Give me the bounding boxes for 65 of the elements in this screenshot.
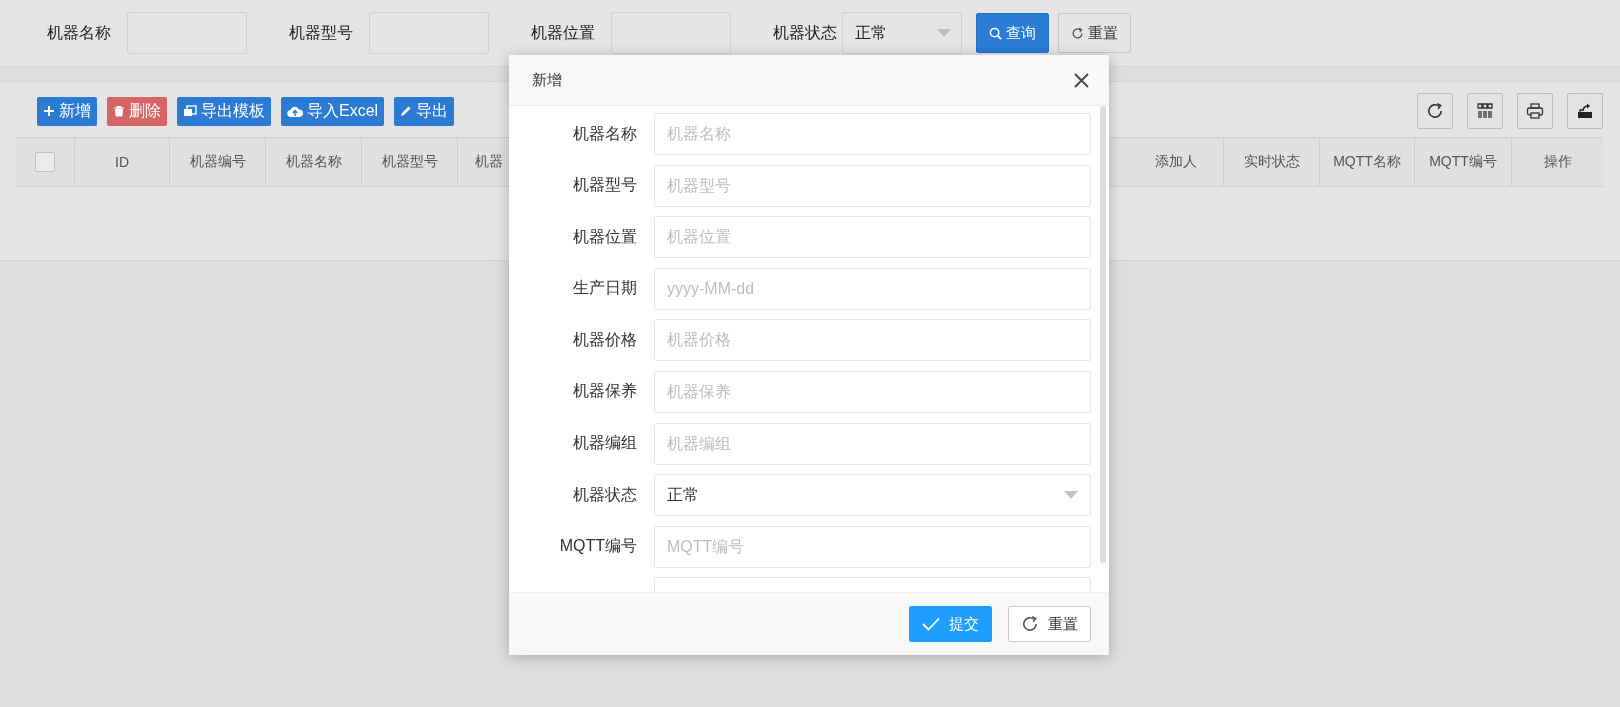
template-button[interactable]: 导出模板	[177, 96, 271, 126]
field-label: 机器型号	[289, 22, 354, 43]
search-icon	[989, 26, 1002, 40]
check-icon	[922, 617, 940, 631]
refresh-icon	[1021, 615, 1039, 633]
input-field[interactable]: 机器名称	[654, 113, 1091, 155]
export-icon	[1576, 102, 1594, 120]
input-field[interactable]: 机器保养	[654, 370, 1091, 413]
dialog-title: 新增	[532, 70, 562, 90]
status-select[interactable]: 正常	[654, 474, 1091, 517]
pencil-icon	[400, 105, 413, 117]
field-label: 机器保养	[572, 381, 638, 402]
column-header: 机器编号	[189, 153, 246, 171]
export-button[interactable]	[1567, 93, 1603, 129]
refresh-icon	[1071, 26, 1084, 40]
input-field[interactable]: 机器型号	[654, 164, 1091, 207]
print-button[interactable]	[1517, 93, 1553, 129]
input-field[interactable]: MQTT编号	[654, 525, 1091, 568]
printer-icon	[1526, 102, 1544, 120]
refresh-button[interactable]	[1417, 93, 1453, 129]
column-header: 机器名称	[285, 153, 342, 171]
input-field[interactable]: yyyy-MM-dd	[654, 267, 1091, 310]
delete-button[interactable]: 删除	[107, 96, 167, 126]
field-label: 机器型号	[572, 175, 638, 196]
field-label: 机器价格	[572, 329, 638, 350]
columns-icon	[1476, 102, 1494, 120]
add-button[interactable]: 新增	[37, 96, 97, 126]
field-label: 生产日期	[572, 278, 638, 299]
input-field[interactable]: 机器编组	[654, 422, 1091, 465]
export-button[interactable]: 导出	[394, 96, 455, 126]
field-label: 机器名称	[47, 22, 112, 43]
import-button[interactable]: 导入Excel	[281, 96, 385, 126]
columns-button[interactable]	[1467, 93, 1503, 129]
field-label: 机器状态	[572, 484, 638, 505]
close-icon[interactable]	[1074, 72, 1089, 88]
field-label: 机器位置	[531, 22, 596, 43]
caret-icon	[937, 29, 951, 37]
field-label: 机器状态	[773, 22, 838, 43]
reset-button[interactable]: 重置	[1058, 13, 1131, 53]
input-field[interactable]: 机器位置	[654, 216, 1091, 259]
field-label: MQTT编号	[558, 536, 638, 557]
checkbox[interactable]	[35, 152, 55, 172]
column-header: 机器型号	[381, 153, 438, 171]
caret-icon	[1064, 491, 1078, 500]
column-header: MQTT编号	[1429, 153, 1497, 171]
plus-icon	[43, 105, 55, 117]
column-header: ID	[115, 154, 129, 170]
column-header: 操作	[1543, 153, 1572, 171]
field-label: 机器名称	[572, 123, 638, 144]
submit-button[interactable]: 提交	[909, 606, 992, 642]
refresh-icon	[1426, 102, 1444, 120]
column-header: MQTT名称	[1333, 153, 1401, 171]
cloud-upload-icon	[287, 104, 303, 118]
field-label: 机器编组	[572, 433, 638, 454]
input-field[interactable]: 机器价格	[654, 319, 1091, 362]
field-label: 机器位置	[572, 226, 638, 247]
trash-icon	[113, 105, 125, 117]
reset-button[interactable]: 重置	[1008, 606, 1091, 642]
column-header: 机器	[475, 153, 503, 171]
column-header: 实时状态	[1243, 153, 1300, 171]
column-header: 添加人	[1154, 153, 1197, 171]
query-button[interactable]: 查询	[976, 13, 1049, 53]
status-select[interactable]: 正常	[842, 12, 962, 54]
input-field[interactable]	[611, 12, 731, 54]
documents-icon	[183, 105, 197, 117]
